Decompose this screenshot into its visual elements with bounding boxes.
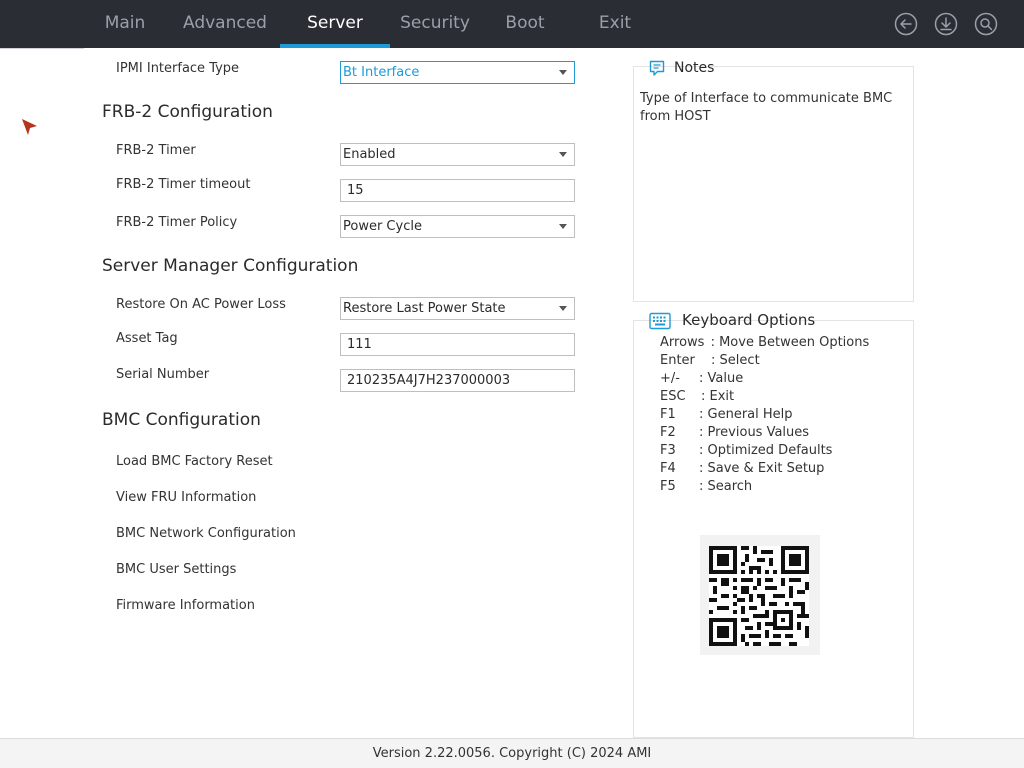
keyboard-option-row: F1 : General Help [660, 407, 793, 422]
view-fru-information-item[interactable]: View FRU Information [116, 490, 256, 505]
load-bmc-factory-reset-item[interactable]: Load BMC Factory Reset [116, 454, 273, 469]
tab-server[interactable]: Server [280, 0, 390, 48]
serial-number-input[interactable]: 210235A4J7H237000003 [340, 369, 575, 392]
tab-main[interactable]: Main [94, 0, 156, 48]
frb2-timer-select[interactable]: Enabled [340, 143, 575, 166]
frb2-timer-policy-value: Power Cycle [343, 219, 422, 234]
section-server-manager-configuration: Server Manager Configuration [102, 256, 359, 276]
restore-ac-power-loss-select[interactable]: Restore Last Power State [340, 297, 575, 320]
mouse-cursor-icon [22, 119, 37, 135]
right-gutter [914, 48, 1024, 738]
asset-tag-input[interactable]: 111 [340, 333, 575, 356]
keyboard-key: Arrows [660, 335, 705, 350]
footer-version: Version 2.22.0056. Copyright (C) 2024 AM… [0, 738, 1024, 768]
top-nav-bar: Main Advanced Server Security Boot Exit [0, 0, 1024, 48]
keyboard-key: +/- [660, 371, 680, 386]
keyboard-key: F2 [660, 425, 676, 440]
ipmi-interface-type-select[interactable]: Bt Interface [340, 61, 575, 84]
keyboard-option-row: F2 : Previous Values [660, 425, 809, 440]
search-icon[interactable] [974, 12, 998, 36]
keyboard-desc: : Search [699, 479, 753, 494]
keyboard-key: F1 [660, 407, 676, 422]
keyboard-key: F5 [660, 479, 676, 494]
notes-title: Notes [674, 60, 715, 76]
chevron-down-icon [559, 224, 567, 229]
tab-exit[interactable]: Exit [590, 0, 640, 48]
notes-icon [649, 60, 665, 76]
bmc-user-settings-item[interactable]: BMC User Settings [116, 562, 236, 577]
qr-code [709, 546, 809, 646]
keyboard-option-row: Enter : Select [660, 353, 760, 368]
chevron-down-icon [559, 306, 567, 311]
keyboard-desc: : Optimized Defaults [699, 443, 833, 458]
keyboard-desc: : Save & Exit Setup [699, 461, 825, 476]
keyboard-options-title: Keyboard Options [682, 311, 816, 329]
divider [0, 48, 84, 49]
keyboard-key: F3 [660, 443, 676, 458]
back-arrow-icon[interactable] [894, 12, 918, 36]
notes-text: Type of Interface to communicate BMC fro… [640, 91, 893, 124]
keyboard-desc: : Previous Values [699, 425, 810, 440]
serial-number-label: Serial Number [116, 367, 210, 382]
chevron-down-icon [559, 70, 567, 75]
keyboard-desc: : Value [699, 371, 744, 386]
chevron-down-icon [559, 152, 567, 157]
section-frb2-configuration: FRB-2 Configuration [102, 102, 273, 122]
frb2-timer-value: Enabled [343, 147, 396, 162]
keyboard-key: Enter [660, 353, 695, 368]
keyboard-key: F4 [660, 461, 676, 476]
keyboard-desc: : Move Between Options [710, 335, 870, 350]
asset-tag-label: Asset Tag [116, 331, 178, 346]
bios-setup-screen: Main Advanced Server Security Boot Exit … [0, 0, 1024, 768]
keyboard-desc: : Select [711, 353, 760, 368]
keyboard-option-row: +/- : Value [660, 371, 743, 386]
frb2-timer-policy-label: FRB-2 Timer Policy [116, 215, 238, 230]
frb2-timer-label: FRB-2 Timer [116, 143, 196, 158]
tab-boot[interactable]: Boot [496, 0, 554, 48]
restore-ac-power-loss-label: Restore On AC Power Loss [116, 297, 286, 312]
keyboard-option-row: F5 : Search [660, 479, 752, 494]
keyboard-option-row: F3 : Optimized Defaults [660, 443, 832, 458]
frb2-timer-timeout-label: FRB-2 Timer timeout [116, 177, 251, 192]
bmc-network-configuration-item[interactable]: BMC Network Configuration [116, 526, 296, 541]
keyboard-option-row: F4 : Save & Exit Setup [660, 461, 824, 476]
frb2-timer-policy-select[interactable]: Power Cycle [340, 215, 575, 238]
tab-security[interactable]: Security [394, 0, 476, 48]
keyboard-option-row: Arrows : Move Between Options [660, 335, 869, 350]
keyboard-desc: : Exit [701, 389, 735, 404]
tab-advanced[interactable]: Advanced [176, 0, 274, 48]
keyboard-icon [649, 312, 671, 330]
keyboard-option-row: ESC : Exit [660, 389, 734, 404]
keyboard-desc: : General Help [699, 407, 793, 422]
firmware-information-item[interactable]: Firmware Information [116, 598, 255, 613]
left-gutter [0, 48, 102, 738]
section-bmc-configuration: BMC Configuration [102, 410, 261, 430]
ipmi-interface-type-value: Bt Interface [343, 65, 420, 80]
ipmi-interface-type-label: IPMI Interface Type [116, 61, 240, 76]
restore-ac-power-loss-value: Restore Last Power State [343, 301, 506, 316]
save-download-icon[interactable] [934, 12, 958, 36]
keyboard-key: ESC [660, 389, 686, 404]
frb2-timer-timeout-input[interactable]: 15 [340, 179, 575, 202]
